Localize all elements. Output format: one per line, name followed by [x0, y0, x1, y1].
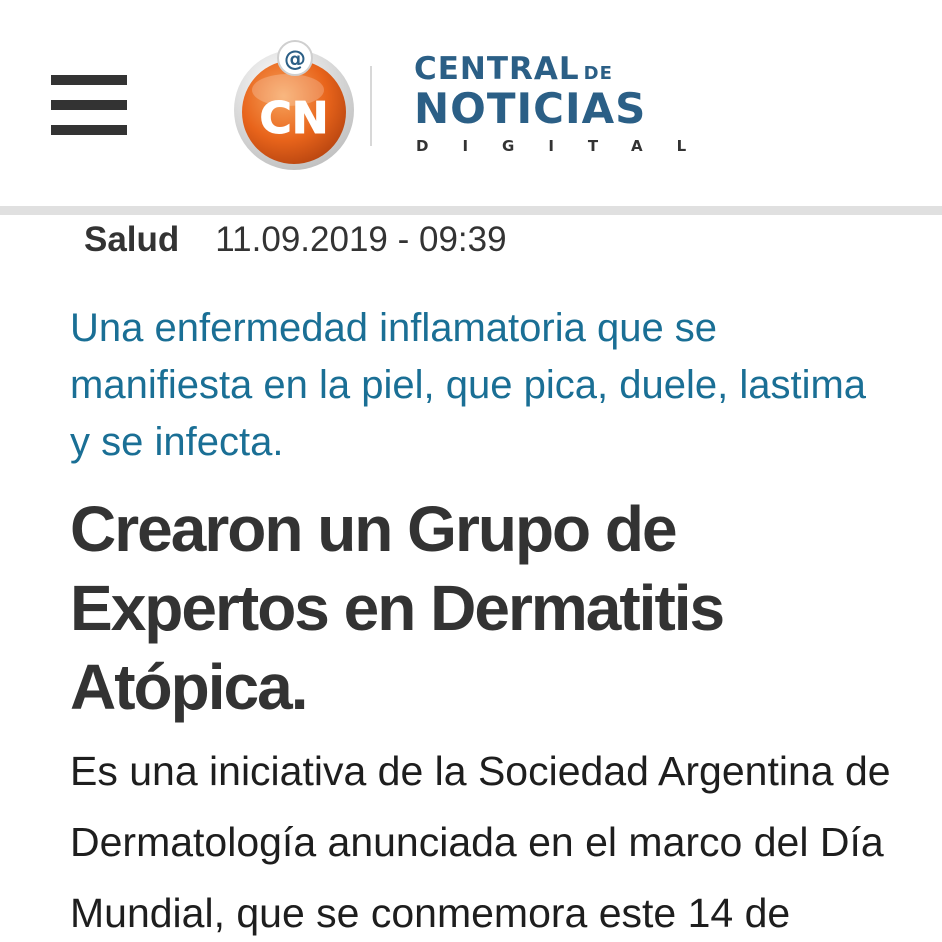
hamburger-menu-icon[interactable]	[51, 75, 127, 135]
publish-datetime: 11.09.2019 - 09:39	[215, 220, 507, 259]
article-meta: Salud 11.09.2019 - 09:39	[84, 220, 507, 260]
site-logo[interactable]: @ CN CENTRAL DE NOTICIAS DIGITAL	[228, 38, 728, 173]
body-line: Dermatología anunciada en el marco del D…	[70, 819, 884, 865]
header-divider	[0, 206, 942, 215]
logo-mark-text: CN	[259, 93, 328, 144]
logo-line-noticias: NOTICIAS	[414, 84, 647, 133]
menu-bar	[51, 100, 127, 110]
dek-line: y se infecta.	[70, 420, 284, 464]
body-line: Mundial, que se conmemora este 14 de	[70, 890, 791, 936]
dek-line: Una enfermedad inflamatoria que se	[70, 306, 718, 350]
logo-line-digital: DIGITAL	[416, 137, 721, 155]
menu-bar	[51, 125, 127, 135]
article-body: Es una iniciativa de la Sociedad Argenti…	[70, 736, 942, 942]
logo-divider	[370, 66, 372, 146]
logo-line-de: DE	[583, 63, 613, 84]
article-page: @ CN CENTRAL DE NOTICIAS DIGITAL Salud 11.…	[0, 0, 942, 942]
headline-line: Expertos en Dermatitis	[70, 572, 725, 644]
svg-text:@: @	[284, 47, 306, 72]
cn-logo-mark: @ CN	[234, 40, 354, 170]
headline-line: Atópica.	[70, 651, 308, 723]
dek-line: manifiesta en la piel, que pica, duele, …	[70, 363, 867, 407]
body-line: Es una iniciativa de la Sociedad Argenti…	[70, 748, 891, 794]
menu-bar	[51, 75, 127, 85]
article-dek: Una enfermedad inflamatoria que se manif…	[70, 300, 942, 471]
article-headline: Crearon un Grupo de Expertos en Dermatit…	[70, 490, 942, 727]
logo-line-central: CENTRAL DE	[414, 51, 613, 87]
category-link[interactable]: Salud	[84, 220, 179, 259]
site-header: @ CN CENTRAL DE NOTICIAS DIGITAL	[0, 0, 942, 206]
headline-line: Crearon un Grupo de	[70, 493, 678, 565]
